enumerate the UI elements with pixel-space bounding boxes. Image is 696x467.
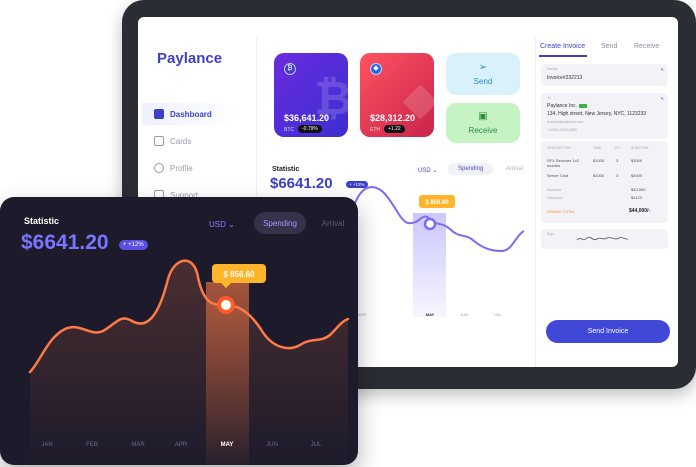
month-label: FEB [86,442,98,448]
send-invoice-button[interactable]: Send Invoice [546,320,670,343]
small-month-label: MAY [426,312,435,317]
small-data-point[interactable] [423,217,437,231]
month-label: MAR [131,442,145,448]
edit-icon[interactable]: ✎ [661,96,664,101]
invoice-id-field[interactable]: Invoice Invoice#232213 ✎ [541,64,668,86]
data-point[interactable] [217,296,235,314]
number-value: $43,050 [631,187,646,192]
invoice-divider [535,37,536,367]
table-header: DESCRIPTION [547,146,571,150]
tab-send[interactable]: Send [601,43,617,50]
tab-create-invoice[interactable]: Create Invoice [540,43,585,50]
row-time: $1000 [593,158,605,163]
row-qty: 3 [616,173,619,178]
grand-total-value: $44,000/- [629,208,651,214]
month-label: APR [175,442,188,448]
grand-total-label: GRAND TOTAL [547,209,576,214]
discount-value: $1123 [631,195,642,200]
month-label: JUN [266,442,278,448]
invoice-items-table: DESCRIPTION TIME QTY SUBTOTAL SFX Servic… [541,141,668,223]
sign-label: Sign [547,232,555,236]
tab-receive[interactable]: Receive [634,43,659,50]
spending-area [30,260,348,465]
small-tooltip-text: $ 856.60 [425,200,449,206]
discount-label: Discount [547,195,563,200]
company-address: 134, High street, New Jersey, NYC, 11232… [547,111,647,117]
table-header: SUBTOTAL [631,146,650,150]
small-month-label: JUN [460,312,468,317]
company-text: Paylance Inc. [547,103,578,109]
month-label: JUL [311,442,322,448]
small-month-label: JUL [494,312,502,317]
month-label: JAN [41,442,52,448]
invoice-id: Invoice#232213 [547,75,583,81]
number-label: Number [547,187,562,192]
to-label: To [547,96,551,100]
company-name: Paylance Inc. [547,103,588,109]
row-description: Server Cost [547,173,569,178]
active-tab-indicator [539,55,587,57]
row-subtotal: $3000 [631,173,643,178]
month-label: MAY [221,442,234,448]
flag-icon [579,103,588,108]
small-month-label: APR [358,312,366,317]
recipient-field[interactable]: To Paylance Inc. 134, High street, New J… [541,93,668,139]
signature-icon [576,236,629,241]
row-subtotal: $3000 [631,158,643,163]
statistic-dark-card: Statistic $6641.20 + +12% USD ⌄ Spending… [0,197,358,465]
invoice-label: Invoice [547,67,559,71]
company-phone: +12331-2435-3355 [547,128,577,132]
row-qty: 3 [616,158,619,163]
row-time: $1000 [593,173,605,178]
table-header: QTY [614,146,622,150]
tooltip-text: $ 856.60 [223,270,255,279]
edit-icon[interactable]: ✎ [661,67,664,72]
company-email: finance@paylance.com [547,120,584,124]
table-header: TIME [593,146,602,150]
statistic-chart: $ 856.60 JAN FEB MAR APR MAY JUN JUL [28,259,350,465]
row-description: SFX Services 1x2 months [547,158,579,168]
